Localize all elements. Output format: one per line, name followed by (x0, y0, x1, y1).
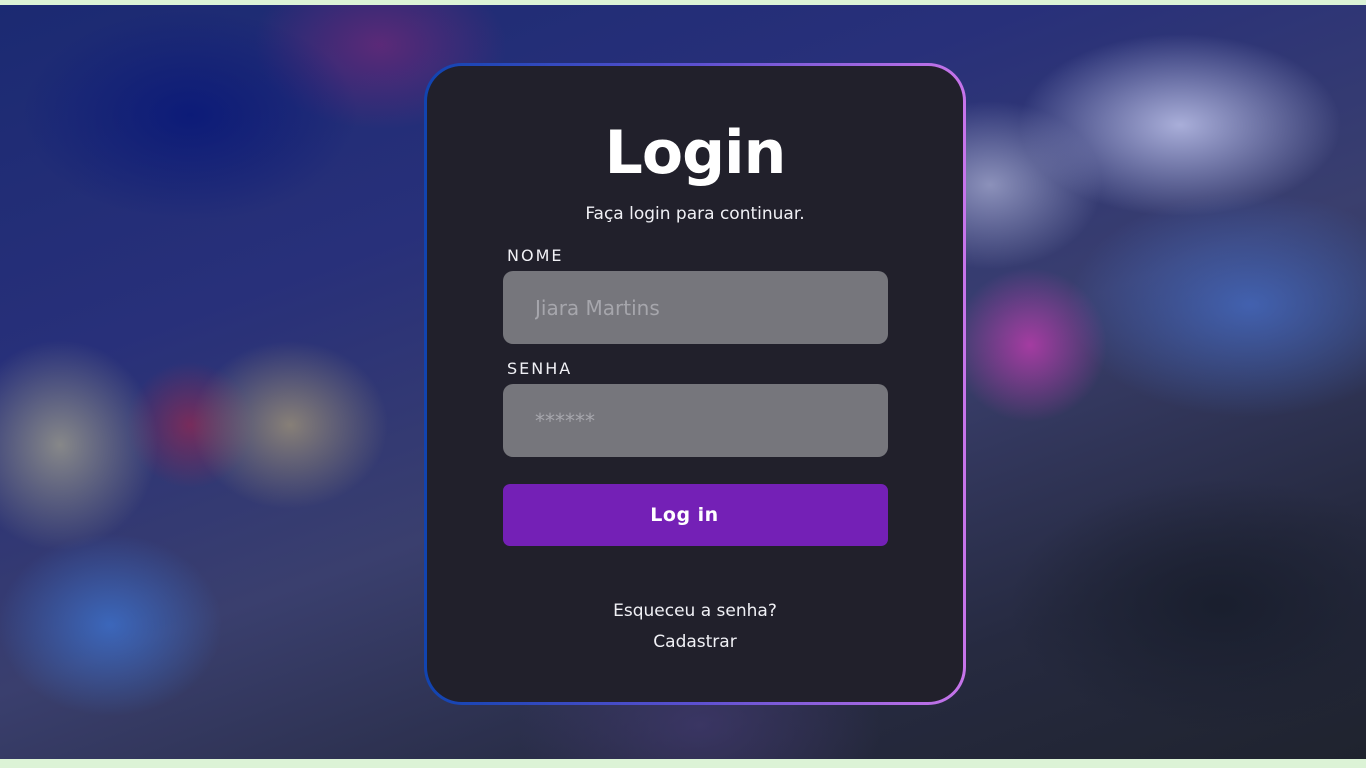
name-input[interactable] (503, 271, 888, 344)
login-subtitle: Faça login para continuar. (585, 204, 805, 224)
password-input[interactable] (503, 384, 888, 457)
login-button[interactable]: Log in (503, 484, 888, 546)
password-label: SENHA (507, 359, 573, 378)
forgot-password-link[interactable]: Esqueceu a senha? (427, 601, 963, 621)
register-link[interactable]: Cadastrar (427, 632, 963, 652)
login-card-body: Login Faça login para continuar. NOME SE… (427, 66, 963, 702)
page-title: Login (604, 118, 787, 188)
name-label: NOME (507, 246, 564, 265)
login-card: Login Faça login para continuar. NOME SE… (424, 63, 966, 705)
